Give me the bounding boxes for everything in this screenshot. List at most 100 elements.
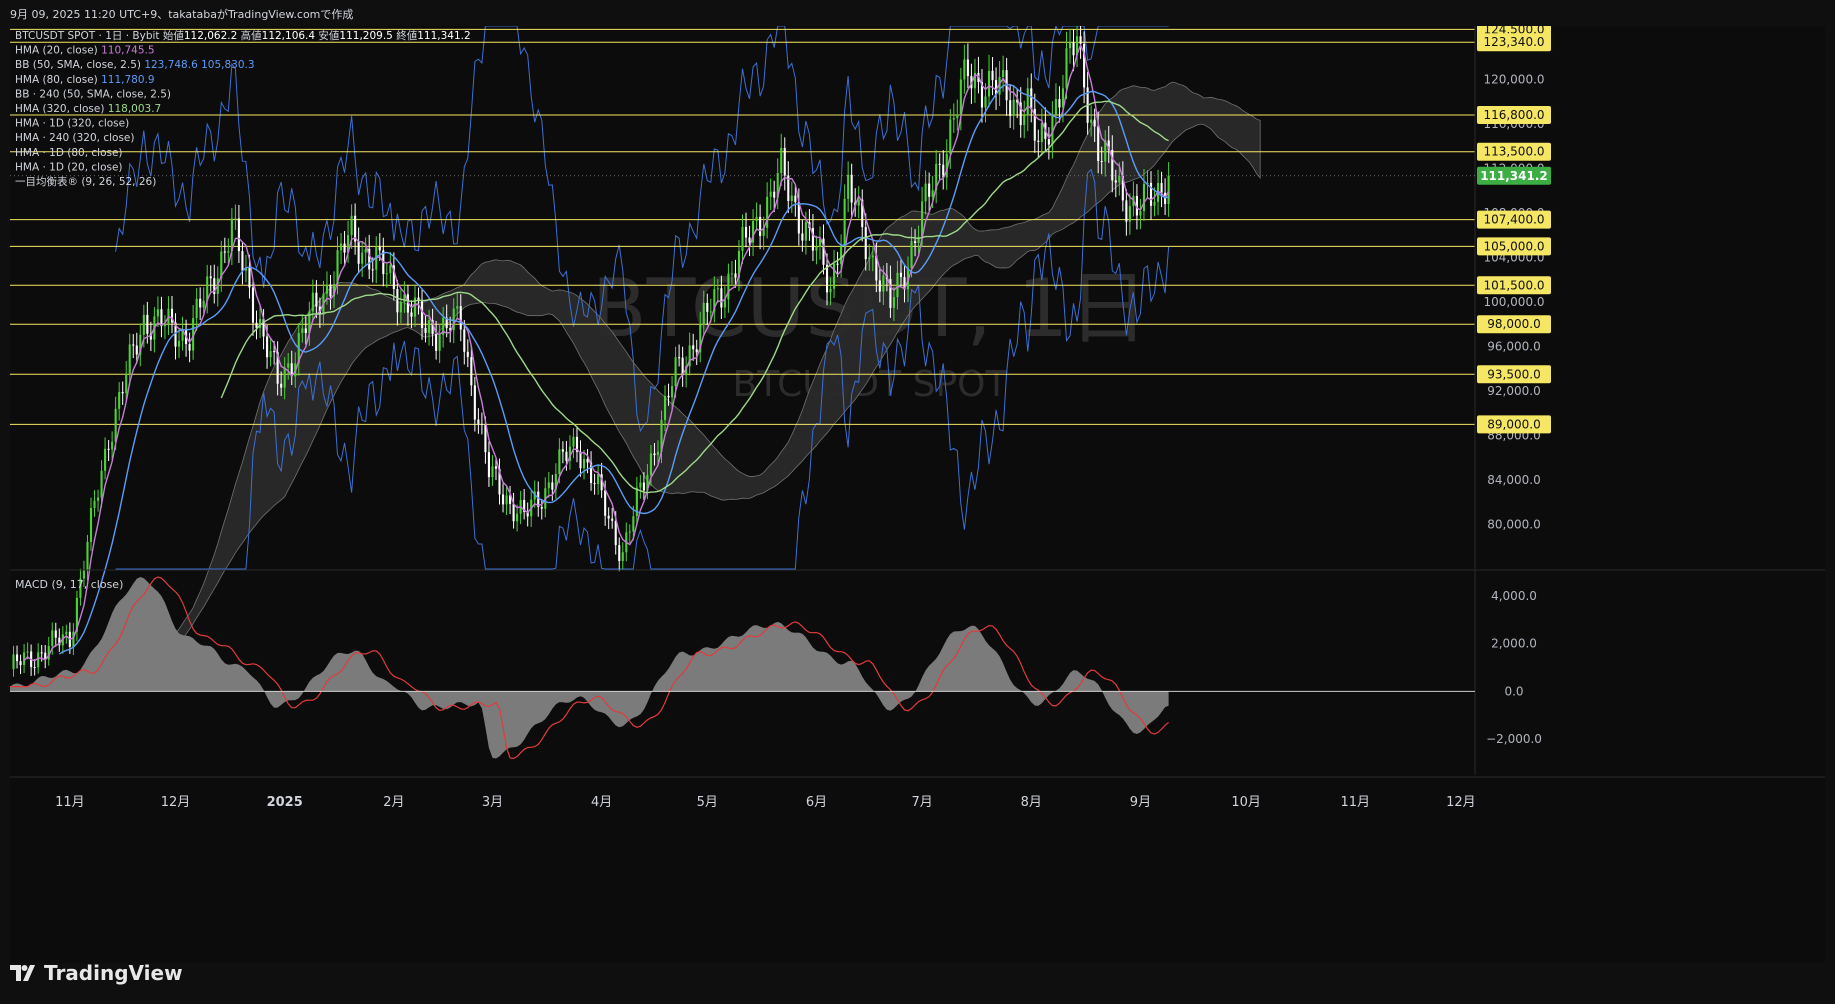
candle xyxy=(628,524,631,543)
candle xyxy=(801,219,804,252)
candle xyxy=(174,313,177,360)
candle-body xyxy=(350,215,353,236)
macd-panel[interactable]: 4,000.0 2,000.0 0.0 −2,000.0 MACD (9, 17, cl… xyxy=(10,569,1825,760)
candle-body xyxy=(135,345,138,355)
candle xyxy=(1128,193,1131,235)
candle-body xyxy=(1023,115,1026,126)
legend-item: HMA · 240 (320, close) xyxy=(15,132,134,144)
candle xyxy=(251,277,255,336)
candle-body xyxy=(632,516,635,532)
candle-body xyxy=(843,198,846,246)
candle xyxy=(96,489,100,512)
candle xyxy=(611,507,614,529)
time-tick-label: 9月 xyxy=(1130,795,1151,810)
legend-ohlc-value: 111,341.2 xyxy=(417,30,470,42)
candle xyxy=(850,163,853,217)
candle xyxy=(575,426,579,463)
candle-body xyxy=(551,482,554,490)
candle-body xyxy=(649,453,652,475)
candle-body xyxy=(547,482,550,489)
time-tick-label: 4月 xyxy=(591,795,612,810)
candle xyxy=(220,240,223,292)
time-axis[interactable]: 11月 12月 2025 2月 3月 4月 5月 6月 7月 8月 9月 10月 11月 12月 xyxy=(10,776,1825,810)
candle-body xyxy=(871,255,874,258)
legend-item: HMA · 1D (20, close) xyxy=(15,161,123,173)
candle xyxy=(1142,169,1146,221)
candle xyxy=(755,202,758,231)
candle-body xyxy=(1153,201,1156,206)
candle-body xyxy=(892,297,895,308)
candle-body xyxy=(597,474,600,485)
level-tags[interactable]: 124,500.0123,340.0116,800.0113,500.0107,… xyxy=(1477,20,1551,434)
candle-body xyxy=(463,329,466,352)
time-tick-label: 11月 xyxy=(55,795,85,810)
candle xyxy=(477,408,480,434)
candle-body xyxy=(195,298,198,319)
candle xyxy=(516,504,519,532)
candle-body xyxy=(723,299,726,308)
candle xyxy=(58,628,61,652)
candle-body xyxy=(54,630,57,638)
legend-item-label: HMA · 1D (320, close) xyxy=(15,118,129,130)
price-tick-label: 80,000.0 xyxy=(1487,517,1540,531)
legend-value: 123,748.6 xyxy=(144,59,201,71)
candle-body xyxy=(163,323,167,327)
candle xyxy=(385,263,388,288)
candle-body xyxy=(914,241,917,244)
level-tag-label: 98,000.0 xyxy=(1487,317,1540,331)
candle-body xyxy=(114,408,117,442)
candle-body xyxy=(706,302,709,312)
candle xyxy=(744,212,748,248)
candle-body xyxy=(663,395,667,420)
candle-body xyxy=(801,233,804,241)
candle-body xyxy=(949,119,952,154)
price-tick-label: 120,000.0 xyxy=(1483,72,1544,86)
candle xyxy=(375,236,378,284)
candle-body xyxy=(928,183,931,197)
legend-value: 105,830.3 xyxy=(201,59,254,71)
candle xyxy=(752,209,755,257)
tradingview-logo[interactable]: TradingView xyxy=(10,961,183,985)
candle-body xyxy=(628,531,631,533)
candle-body xyxy=(1160,182,1163,193)
candle-body xyxy=(410,312,413,317)
candle xyxy=(857,186,860,219)
candle-body xyxy=(223,251,226,253)
candle xyxy=(561,441,564,464)
candle-body xyxy=(477,419,480,424)
level-tag-label: 107,400.0 xyxy=(1483,213,1544,227)
candle-body xyxy=(315,292,318,307)
candle xyxy=(544,477,547,518)
chart-area[interactable]: BTCUSDT, 1日 BTCUSDT SPOT 80,000.084,000.… xyxy=(10,19,1825,963)
candle-body xyxy=(642,482,645,491)
candle-body xyxy=(783,147,786,176)
candle-body xyxy=(364,248,367,253)
candle-body xyxy=(89,508,93,542)
candle xyxy=(480,412,483,435)
candle xyxy=(582,449,586,480)
candle-body xyxy=(19,661,22,666)
candle-body xyxy=(1114,180,1117,183)
candle xyxy=(847,161,850,213)
candle-body xyxy=(1002,70,1005,78)
legend-value: 110,745.5 xyxy=(101,45,154,57)
level-tag-label: 116,800.0 xyxy=(1483,108,1544,122)
candle-body xyxy=(65,631,68,635)
candle-body xyxy=(107,448,110,450)
candle-body xyxy=(132,344,135,346)
legend-ohlc-label: 終値 xyxy=(396,29,417,42)
candle-body xyxy=(1054,99,1057,115)
candle xyxy=(593,473,596,495)
candle-body xyxy=(1139,211,1142,216)
candle xyxy=(1139,198,1142,230)
candle xyxy=(181,316,184,351)
candle-body xyxy=(470,357,473,386)
price-chart[interactable]: BTCUSDT, 1日 BTCUSDT SPOT 80,000.084,000.… xyxy=(10,19,1825,963)
candle xyxy=(54,622,57,647)
candle xyxy=(762,216,765,250)
candle xyxy=(1054,83,1057,126)
candle xyxy=(241,241,244,285)
candle xyxy=(192,304,195,360)
legend-item-label: HMA (20, close) xyxy=(15,45,101,57)
candle xyxy=(75,590,78,642)
